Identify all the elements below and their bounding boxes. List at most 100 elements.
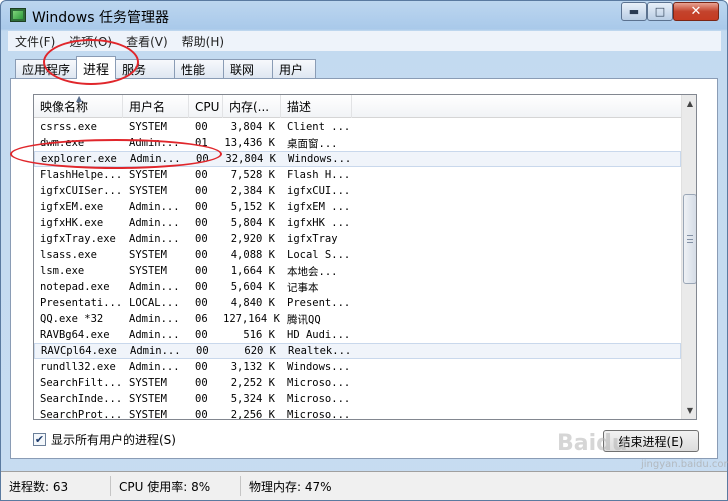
tab-services[interactable]: 服务 — [115, 59, 176, 79]
process-row[interactable]: FlashHelpe... SYSTEM 00 7,528 K Flash H... — [34, 167, 681, 183]
menu-help[interactable]: 帮助(H) — [175, 33, 231, 50]
cell-description: 记事本 — [287, 281, 319, 294]
process-row[interactable]: RAVCpl64.exe Admin... 00 620 K Realtek... — [34, 343, 681, 359]
cell-user-name: Admin... — [129, 329, 180, 341]
process-row[interactable]: QQ.exe *32 Admin... 06 127,164 K 腾讯QQ — [34, 311, 681, 327]
cell-cpu: 00 — [195, 185, 208, 197]
process-rows: csrss.exe SYSTEM 00 3,804 K Client ... dwm.ex… — [34, 119, 681, 420]
cell-user-name: LOCAL... — [129, 297, 180, 309]
cell-memory: 13,436 K — [224, 137, 275, 149]
cell-description: igfxHK ... — [287, 217, 351, 229]
tab-processes[interactable]: 进程 — [76, 56, 117, 79]
tab-users[interactable]: 用户 — [272, 59, 317, 79]
column-description[interactable]: 描述 — [281, 95, 352, 118]
tab-applications[interactable]: 应用程序 — [15, 59, 78, 79]
cell-image-name: lsm.exe — [40, 265, 85, 277]
show-all-users-checkbox[interactable]: ✔ — [33, 433, 46, 446]
cell-memory: 2,920 K — [230, 233, 275, 245]
scroll-thumb[interactable] — [683, 194, 696, 284]
cell-cpu: 00 — [195, 329, 208, 341]
cell-cpu: 00 — [195, 297, 208, 309]
process-row[interactable]: dwm.exe Admin... 01 13,436 K 桌面窗... — [34, 135, 681, 151]
process-row[interactable]: SearchInde... SYSTEM 00 5,324 K Microso... — [34, 391, 681, 407]
menu-options[interactable]: 选项(O) — [62, 33, 119, 50]
process-row[interactable]: Presentati... LOCAL... 00 4,840 K Present... — [34, 295, 681, 311]
cell-description: Realtek... — [288, 345, 352, 357]
cell-user-name: Admin... — [130, 153, 181, 165]
cell-memory: 620 K — [244, 345, 276, 357]
process-row[interactable]: igfxTray.exe Admin... 00 2,920 K igfxTray — [34, 231, 681, 247]
cell-memory: 516 K — [243, 329, 275, 341]
column-memory[interactable]: 内存(... — [223, 95, 281, 118]
process-row[interactable]: RAVBg64.exe Admin... 00 516 K HD Audi... — [34, 327, 681, 343]
vertical-scrollbar[interactable]: ▲ ▼ — [681, 95, 696, 419]
status-cpu-usage: CPU 使用率: 8% — [111, 476, 241, 496]
cell-description: Windows... — [288, 153, 352, 165]
column-cpu[interactable]: CPU — [189, 95, 223, 118]
process-row[interactable]: lsm.exe SYSTEM 00 1,664 K 本地会... — [34, 263, 681, 279]
cell-image-name: FlashHelpe... — [40, 169, 123, 181]
cell-cpu: 00 — [195, 201, 208, 213]
cell-user-name: SYSTEM — [129, 169, 167, 181]
cell-description: 腾讯QQ — [287, 313, 321, 326]
cell-cpu: 00 — [195, 409, 208, 420]
minimize-button[interactable]: ▬ — [621, 2, 647, 21]
window-title: Windows 任务管理器 — [32, 10, 169, 26]
process-row[interactable]: igfxHK.exe Admin... 00 5,804 K igfxHK ... — [34, 215, 681, 231]
cell-memory: 4,088 K — [230, 249, 275, 261]
process-row[interactable]: SearchProt... SYSTEM 00 2,256 K Microso... — [34, 407, 681, 420]
tab-networking[interactable]: 联网 — [223, 59, 274, 79]
process-row[interactable]: csrss.exe SYSTEM 00 3,804 K Client ... — [34, 119, 681, 135]
cell-memory: 5,324 K — [230, 393, 275, 405]
cell-description: Microso... — [287, 409, 351, 420]
scroll-up-icon[interactable]: ▲ — [682, 95, 696, 112]
status-bar: 进程数: 63 CPU 使用率: 8% 物理内存: 47% — [1, 471, 727, 500]
menu-view[interactable]: 查看(V) — [119, 33, 175, 50]
scroll-down-icon[interactable]: ▼ — [682, 402, 696, 419]
tab-performance[interactable]: 性能 — [174, 59, 225, 79]
cell-image-name: SearchInde... — [40, 393, 123, 405]
cell-cpu: 00 — [195, 377, 208, 389]
cell-description: igfxCUI... — [287, 185, 351, 197]
cell-memory: 1,664 K — [230, 265, 275, 277]
process-list[interactable]: 映像名称 ▲ 用户名 CPU 内存(... 描述 csrss.exe SYSTEM… — [33, 94, 697, 420]
cell-image-name: RAVBg64.exe — [40, 329, 110, 341]
maximize-button[interactable]: □ — [647, 2, 673, 21]
cell-cpu: 00 — [195, 361, 208, 373]
cell-user-name: SYSTEM — [129, 121, 167, 133]
cell-image-name: RAVCpl64.exe — [41, 345, 117, 357]
process-row[interactable]: rundll32.exe Admin... 00 3,132 K Windows... — [34, 359, 681, 375]
menu-file[interactable]: 文件(F) — [8, 33, 62, 50]
cell-description: 本地会... — [287, 265, 338, 278]
sort-ascending-icon: ▲ — [76, 95, 83, 103]
process-row[interactable]: notepad.exe Admin... 00 5,604 K 记事本 — [34, 279, 681, 295]
cell-description: 桌面窗... — [287, 137, 338, 150]
process-row[interactable]: explorer.exe Admin... 00 32,804 K Windows... — [34, 151, 681, 167]
cell-user-name: SYSTEM — [129, 377, 167, 389]
show-all-users-label: 显示所有用户的进程(S) — [51, 433, 176, 447]
show-all-users-option[interactable]: ✔ 显示所有用户的进程(S) — [33, 431, 176, 448]
cell-image-name: csrss.exe — [40, 121, 97, 133]
process-row[interactable]: lsass.exe SYSTEM 00 4,088 K Local S... — [34, 247, 681, 263]
cell-cpu: 00 — [195, 281, 208, 293]
status-physical-memory: 物理内存: 47% — [249, 479, 332, 494]
close-button[interactable]: ✕ — [673, 2, 719, 21]
task-manager-window: Windows 任务管理器 ▬ □ ✕ 文件(F) 选项(O) 查看(V) 帮助… — [0, 0, 728, 501]
process-row[interactable]: igfxCUISer... SYSTEM 00 2,384 K igfxCUI... — [34, 183, 681, 199]
end-process-button[interactable]: 结束进程(E) — [603, 430, 699, 452]
cell-memory: 7,528 K — [230, 169, 275, 181]
cell-description: igfxTray — [287, 233, 338, 245]
column-image-name[interactable]: 映像名称 ▲ — [34, 95, 123, 118]
cell-image-name: igfxTray.exe — [40, 233, 116, 245]
cell-cpu: 00 — [195, 249, 208, 261]
cell-description: Windows... — [287, 361, 351, 373]
cell-user-name: Admin... — [129, 201, 180, 213]
column-user-name[interactable]: 用户名 — [123, 95, 189, 118]
cell-user-name: SYSTEM — [129, 393, 167, 405]
cell-user-name: Admin... — [129, 313, 180, 325]
process-row[interactable]: SearchFilt... SYSTEM 00 2,252 K Microso... — [34, 375, 681, 391]
process-row[interactable]: igfxEM.exe Admin... 00 5,152 K igfxEM ... — [34, 199, 681, 215]
cell-memory: 2,252 K — [230, 377, 275, 389]
cell-description: igfxEM ... — [287, 201, 351, 213]
cell-cpu: 01 — [195, 137, 208, 149]
